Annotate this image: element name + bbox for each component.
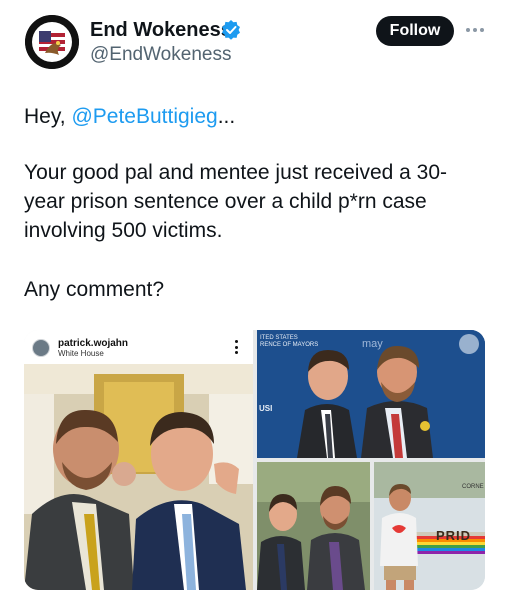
banner-may-text: may [362,338,383,350]
instagram-screenshot-photo[interactable]: patrick.wojahn White House [24,330,253,590]
pride-photo[interactable]: CORNE PRID [374,462,485,590]
tweet-greeting-line: Hey, @PeteButtigieg... [24,102,235,131]
instagram-username[interactable]: patrick.wojahn [58,338,128,349]
selfie-photo [24,364,253,590]
pride-parade-photo [374,462,485,590]
mayors-conference-photo[interactable]: ITED STATES RENCE OF MAYORS may USI [257,330,485,458]
more-vertical-icon[interactable] [234,340,238,354]
follow-button[interactable]: Follow [376,16,454,46]
greeting-suffix: ... [217,105,236,128]
tweet-question-text: Any comment? [24,278,165,301]
instagram-location[interactable]: White House [58,349,104,358]
conference-banner-text: ITED STATES RENCE OF MAYORS [260,335,319,348]
author-handle[interactable]: @EndWokeness [90,44,231,66]
pride-sign-text: PRID [436,528,472,543]
eagle-emblem-icon [25,15,79,69]
corner-sign-text: CORNE [462,484,484,490]
tweet-body-text: Your good pal and mentee just received a… [24,161,448,242]
greeting-text: Hey, [24,105,72,128]
tweet-header: End Wokeness @EndWokeness Follow [0,0,508,90]
mention-link[interactable]: @PeteButtigieg [71,105,217,128]
author-display-name[interactable]: End Wokeness [90,19,232,42]
more-horizontal-icon[interactable] [464,20,486,40]
instagram-avatar[interactable] [32,339,50,357]
banner-usi-text: USI [259,404,273,413]
tweet-media-collage[interactable]: patrick.wojahn White House ITED STATES R… [24,330,485,590]
outdoor-group-photo[interactable] [257,462,370,590]
instagram-post-header: patrick.wojahn White House [24,330,253,364]
park-event-photo [257,462,370,590]
author-avatar[interactable] [25,15,79,69]
verified-badge-icon [222,20,240,40]
